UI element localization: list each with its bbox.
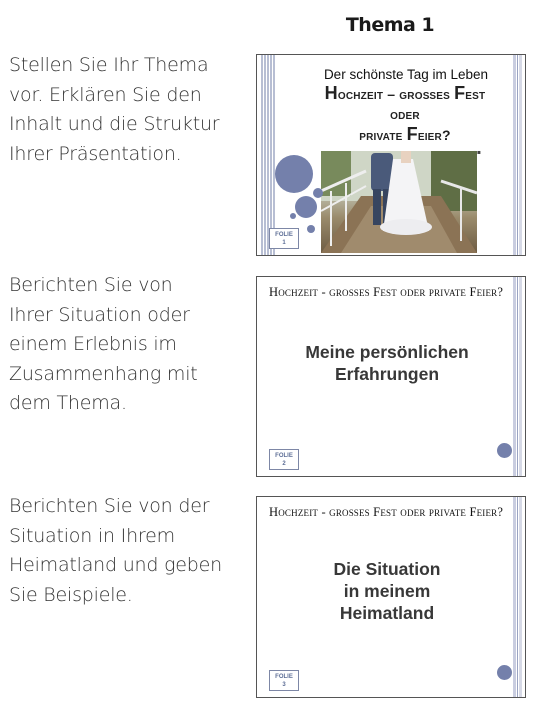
slide-body: Die Situation in meinem Heimatland (333, 559, 441, 623)
instruction-line: Inhalt und die Struktur (9, 113, 220, 135)
title-line-3: private Feier? (359, 124, 451, 144)
slide-number-badge: FOLIE 1 (269, 228, 299, 249)
slide-number-badge: FOLIE 2 (269, 449, 299, 470)
decorative-circle (313, 188, 323, 198)
decorative-stripes (261, 55, 275, 255)
instruction-2: Berichten Sie von Ihrer Situation oder e… (9, 271, 234, 419)
title-line-2: oder (390, 106, 420, 122)
instruction-line: Zusammenhang mit (9, 362, 198, 385)
decorative-circle (290, 213, 296, 219)
decorative-circle (497, 665, 512, 680)
slide-title: Hochzeit – großes Fest oder private Feie… (289, 83, 521, 145)
slide-thumbnail-3[interactable]: Hochzeit - großes Fest oder private Feie… (256, 496, 526, 698)
wedding-photo (321, 151, 477, 253)
decorative-circle (275, 155, 313, 193)
instruction-line: einem Erlebnis im (9, 333, 177, 355)
slide-thumbnail-1[interactable]: Der schönste Tag im Leben Hochzeit – gro… (256, 54, 526, 256)
instruction-3: Berichten Sie von der Situation in Ihrem… (9, 492, 234, 610)
slide-body: Meine persönlichen Erfahrungen (305, 342, 469, 384)
page-title: Thema 1 (345, 14, 435, 36)
instruction-line: Heimatland und geben (9, 554, 222, 576)
instruction-line: Berichten Sie von der (9, 495, 210, 517)
instruction-1: Stellen Sie Ihr Thema vor. Erklären Sie … (9, 51, 234, 169)
instruction-line: Sie Beispiele. (9, 583, 133, 606)
slide-thumbnail-2[interactable]: Hochzeit - großes Fest oder private Feie… (256, 276, 526, 477)
instruction-line: Stellen Sie Ihr Thema (9, 54, 209, 76)
instruction-line: Ihrer Präsentation. (9, 142, 182, 165)
instruction-line: dem Thema. (9, 392, 127, 414)
slide-subtitle: Der schönste Tag im Leben (323, 67, 489, 82)
slide-header: Hochzeit - großes Fest oder private Feie… (269, 285, 504, 299)
title-line-1: Hochzeit – großes Fest (324, 83, 486, 103)
instruction-line: Situation in Ihrem (9, 524, 175, 547)
decorative-circle (307, 225, 315, 233)
instruction-line: Berichten Sie von (9, 274, 173, 296)
instruction-line: Ihrer Situation oder (9, 303, 190, 326)
decorative-stripes (513, 277, 523, 476)
decorative-circle (497, 443, 512, 458)
slide-header: Hochzeit - großes Fest oder private Feie… (269, 505, 504, 519)
decorative-circle (295, 196, 317, 218)
slide-number-badge: FOLIE 3 (269, 670, 299, 691)
decorative-stripes (513, 497, 523, 697)
instruction-line: vor. Erklären Sie den (9, 83, 202, 106)
